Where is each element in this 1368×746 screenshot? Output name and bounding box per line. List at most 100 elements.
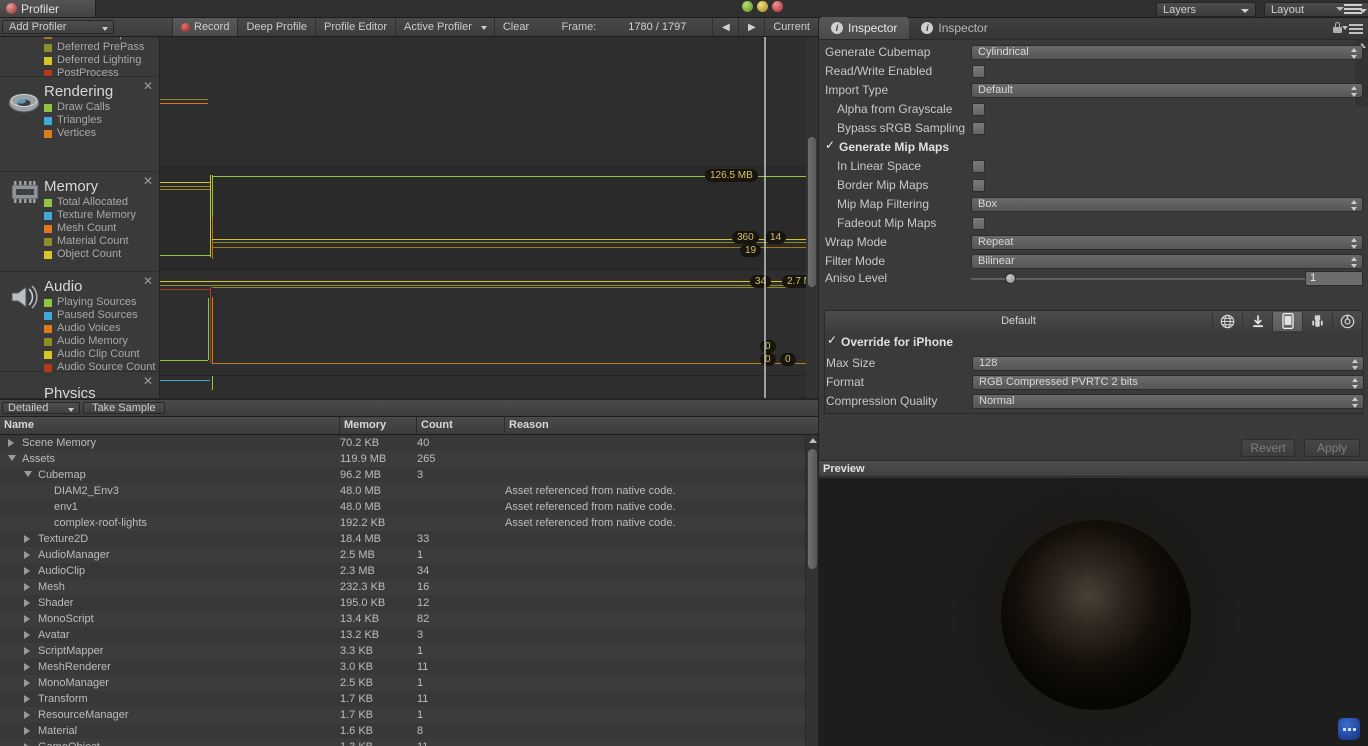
table-row[interactable]: Scene Memory 70.2 KB 40 [0,435,818,451]
window-tab-profiler[interactable]: Profiler [0,0,96,18]
preview-header[interactable]: Preview [819,460,1368,477]
property-dropdown[interactable]: Normal [972,394,1364,409]
property-row-mip-map-filtering[interactable]: Mip Map Filtering Box [819,195,1368,214]
add-profiler-dropdown[interactable]: Add Profiler [2,20,114,34]
property-row-aniso-level[interactable]: Aniso Level 1 [819,269,1368,288]
table-row[interactable]: Texture2D 18.4 MB 33 [0,531,818,547]
property-checkbox[interactable] [972,217,985,230]
table-row[interactable]: Cubemap 96.2 MB 3 [0,467,818,483]
window-menu-icon[interactable] [1344,4,1362,16]
property-row-generate-mip-maps[interactable]: ✓ Generate Mip Maps [819,138,1368,157]
window-maximize-icon[interactable] [742,1,753,12]
preview-body[interactable] [819,478,1368,746]
tab-inspector-active[interactable]: i Inspector [819,17,910,39]
profiler-module-audio[interactable]: ✕ Audio Playing Sources Paused Sources A… [0,272,159,373]
override-checkbox[interactable]: ✓ [827,334,840,348]
property-dropdown[interactable]: Default [971,83,1363,98]
overflow-caret-icon[interactable] [1336,7,1344,11]
override-row-format[interactable]: Format RGB Compressed PVRTC 2 bits [825,373,1364,392]
property-row-wrap-mode[interactable]: Wrap Mode Repeat [819,233,1368,252]
profiler-graph-area[interactable]: 126.5 MB 360 14 19 34 2.7 MB 0 0 0 [160,37,818,398]
table-row[interactable]: AudioManager 2.5 MB 1 [0,547,818,563]
expand-triangle-closed-icon[interactable] [24,551,30,559]
next-frame-button[interactable]: ▶ [738,18,764,36]
tab-inspector-second[interactable]: i Inspector [909,17,999,39]
profiler-module-clipped[interactable]: Shadows/Depth Deferred PrePass Deferred … [0,37,159,77]
graph-frame-cursor[interactable] [764,37,766,398]
take-sample-button[interactable]: Take Sample [83,402,165,414]
property-checkbox[interactable] [972,103,985,116]
close-icon[interactable]: ✕ [143,275,153,287]
property-dropdown[interactable]: Bilinear [971,254,1363,269]
expand-triangle-closed-icon[interactable] [24,535,30,543]
override-row-max-size[interactable]: Max Size 128 [825,354,1364,373]
graph-pane-physics[interactable] [160,376,806,398]
window-traffic-lights[interactable] [742,1,783,12]
table-row[interactable]: MonoManager 2.5 KB 1 [0,675,818,691]
standalone-platform-button[interactable] [1242,311,1272,331]
expand-triangle-closed-icon[interactable] [24,695,30,703]
scrollbar-thumb[interactable] [808,137,816,287]
property-row-in-linear-space[interactable]: In Linear Space [819,157,1368,176]
layers-dropdown[interactable]: Layers [1156,2,1256,17]
web-platform-button[interactable] [1212,311,1242,331]
scrollbar-thumb[interactable] [808,449,817,569]
property-row-fadeout-mip-maps[interactable]: Fadeout Mip Maps [819,214,1368,233]
override-row-compression-quality[interactable]: Compression Quality Normal [825,392,1364,411]
expand-triangle-closed-icon[interactable] [24,631,30,639]
property-checkbox[interactable] [972,160,985,173]
property-row-bypass-srgb-sampling[interactable]: Bypass sRGB Sampling [819,119,1368,138]
table-row[interactable]: ScriptMapper 3.3 KB 1 [0,643,818,659]
column-header-reason[interactable]: Reason [505,417,818,434]
property-row-read-write-enabled[interactable]: Read/Write Enabled [819,62,1368,81]
expand-triangle-closed-icon[interactable] [24,647,30,655]
current-frame-button[interactable]: Current [764,18,818,36]
deep-profile-button[interactable]: Deep Profile [237,18,315,36]
expand-triangle-closed-icon[interactable] [24,663,30,671]
graph-pane-rendering[interactable] [160,37,806,167]
record-button[interactable]: Record [172,18,238,36]
property-dropdown[interactable]: Cylindrical [971,45,1363,60]
property-row-border-mip-maps[interactable]: Border Mip Maps [819,176,1368,195]
property-row-alpha-from-grayscale[interactable]: Alpha from Grayscale [819,100,1368,119]
window-minimize-icon[interactable] [757,1,768,12]
lock-icon[interactable] [1333,22,1342,33]
close-icon[interactable]: ✕ [143,375,153,387]
inspector-panel[interactable]: i Inspector i Inspector Generate Cubemap… [818,17,1368,746]
apply-button[interactable]: Apply [1304,439,1360,457]
expand-triangle-closed-icon[interactable] [24,711,30,719]
column-header-name[interactable]: Name [0,417,340,434]
expand-triangle-closed-icon[interactable] [24,727,30,735]
property-dropdown[interactable]: RGB Compressed PVRTC 2 bits [972,375,1364,390]
chevron-down-icon[interactable] [1342,26,1348,30]
aniso-slider-knob[interactable] [1005,273,1016,284]
property-toggle[interactable]: ✓ [825,139,838,153]
memory-mode-dropdown[interactable]: Detailed [2,402,80,414]
expand-triangle-open-icon[interactable] [24,471,32,477]
close-icon[interactable]: ✕ [143,175,153,187]
graph-pane-audio[interactable]: 34 2.7 MB 0 0 0 [160,270,818,376]
property-checkbox[interactable] [972,179,985,192]
prev-frame-button[interactable]: ◀ [712,18,738,36]
profiler-module-memory[interactable]: ✕ Memory Total Allocated Texture Memory … [0,172,159,272]
android-platform-button[interactable] [1302,311,1332,331]
table-row[interactable]: AudioClip 2.3 MB 34 [0,563,818,579]
expand-triangle-closed-icon[interactable] [24,567,30,575]
expand-triangle-closed-icon[interactable] [24,599,30,607]
memory-table-body[interactable]: Scene Memory 70.2 KB 40 Assets 119.9 MB 265 Cu… [0,435,818,746]
expand-triangle-closed-icon[interactable] [8,439,14,447]
table-row[interactable]: env1 48.0 MB Asset referenced from native … [0,499,818,515]
table-row[interactable]: MonoScript 13.4 KB 82 [0,611,818,627]
clear-button[interactable]: Clear [493,18,537,36]
table-row[interactable]: DIAM2_Env3 48.0 MB Asset referenced from n… [0,483,818,499]
property-row-import-type[interactable]: Import Type Default [819,81,1368,100]
property-checkbox[interactable] [972,122,985,135]
property-checkbox[interactable] [972,65,985,78]
property-dropdown[interactable]: Repeat [971,235,1363,250]
table-row[interactable]: GameObject 1.3 KB 11 [0,739,818,746]
profiler-module-physics[interactable]: ✕ Physics [0,372,159,398]
revert-button[interactable]: Revert [1241,439,1295,457]
preview-options-button[interactable] [1338,718,1360,740]
graph-pane-memory[interactable]: 126.5 MB 360 14 19 [160,167,806,270]
property-dropdown[interactable]: Box [971,197,1363,212]
